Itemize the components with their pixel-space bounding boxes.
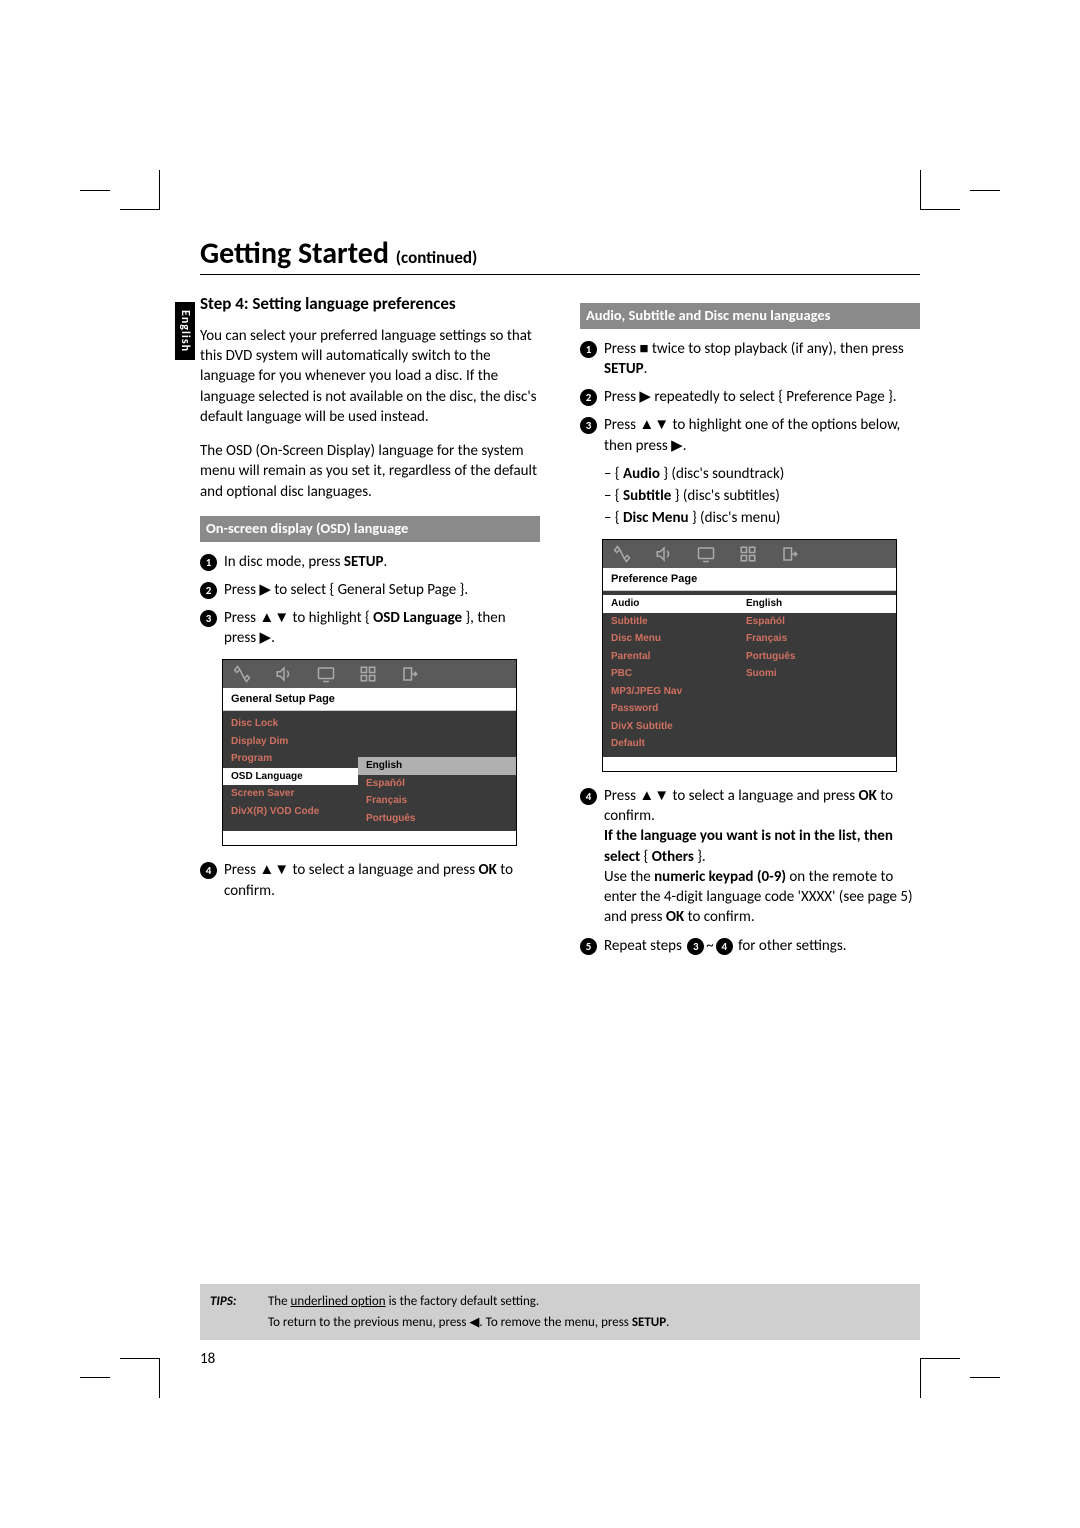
option-item: Espaňól <box>738 613 896 631</box>
updown-arrow-icon: ▲▼ <box>259 861 289 878</box>
osd-step-3: 3 Press ▲▼ to highlight { OSD Language }… <box>200 608 540 649</box>
osd-menu-left: Audio Subtitle Disc Menu Parental PBC MP… <box>603 591 738 757</box>
exit-icon <box>399 665 421 683</box>
speaker-icon <box>273 665 295 683</box>
menu-item: MP3/JPEG Nav <box>603 683 738 701</box>
osd-menu-right: English Espaňól Français Português <box>358 711 516 831</box>
right-arrow-icon: ▶ <box>259 581 271 598</box>
section-osd-language: On-screen display (OSD) language <box>200 516 540 542</box>
option-item: Suomi <box>738 665 896 683</box>
title-continued: (continued) <box>396 247 478 268</box>
menu-item-selected: OSD Language <box>223 768 358 786</box>
option-list: – { Audio } (disc's soundtrack) – { Subt… <box>604 464 920 529</box>
osd-menu-left: Disc Lock Display Dim Program OSD Langua… <box>223 711 358 831</box>
speaker-icon <box>653 545 675 563</box>
osd-icon-bar <box>603 540 896 568</box>
intro-para-1: You can select your preferred language s… <box>200 326 540 427</box>
menu-item: PBC <box>603 665 738 683</box>
right-arrow-icon: ▶ <box>639 388 651 405</box>
step-ref-icon: 4 <box>716 938 733 955</box>
menu-item: Parental <box>603 648 738 666</box>
menu-item: Disc Lock <box>223 715 358 733</box>
step-number-icon: 1 <box>200 554 217 571</box>
step-number-icon: 4 <box>580 788 597 805</box>
tools-icon <box>231 665 253 683</box>
option-selected: English <box>358 757 516 775</box>
option-item: Français <box>738 630 896 648</box>
title-main: Getting Started <box>200 235 389 272</box>
step-number-icon: 4 <box>200 862 217 879</box>
step-number-icon: 1 <box>580 341 597 358</box>
step-number-icon: 3 <box>200 610 217 627</box>
menu-item: Screen Saver <box>223 785 358 803</box>
osd-menu-right: English Espaňól Français Português Suomi <box>738 591 896 757</box>
audio-step-1: 1 Press ■ twice to stop playback (if any… <box>580 339 920 380</box>
right-arrow-icon: ▶ <box>671 437 683 454</box>
step-number-icon: 2 <box>580 389 597 406</box>
osd-step-4: 4 Press ▲▼ to select a language and pres… <box>200 860 540 901</box>
page-number: 18 <box>200 1350 215 1368</box>
option-item: Português <box>358 810 516 828</box>
menu-item-selected: Audio <box>603 595 738 613</box>
tv-icon <box>315 665 337 683</box>
menu-item: DivX Subtitle <box>603 718 738 736</box>
audio-step-2: 2 Press ▶ repeatedly to select { Prefere… <box>580 387 920 407</box>
audio-step-5: 5 Repeat steps 3~4 for other settings. <box>580 936 920 956</box>
left-arrow-icon: ◀ <box>469 1314 479 1329</box>
intro-para-2: The OSD (On-Screen Display) language for… <box>200 441 540 502</box>
page-title: Getting Started (continued) <box>200 235 920 275</box>
option-selected: English <box>738 595 896 613</box>
updown-arrow-icon: ▲▼ <box>639 416 669 433</box>
osd-step-2: 2 Press ▶ to select { General Setup Page… <box>200 580 540 600</box>
osd-page-title: Preference Page <box>603 568 896 592</box>
tips-label: TIPS: <box>210 1292 265 1312</box>
menu-item: Display Dim <box>223 733 358 751</box>
option-item: Espaňól <box>358 775 516 793</box>
menu-item: Password <box>603 700 738 718</box>
menu-item: Subtitle <box>603 613 738 631</box>
osd-page-title: General Setup Page <box>223 688 516 712</box>
page-content: Getting Started (continued) Step 4: Sett… <box>200 235 920 964</box>
osd-screenshot-general: General Setup Page Disc Lock Display Dim… <box>222 659 517 847</box>
right-column: Audio, Subtitle and Disc menu languages … <box>580 293 920 964</box>
tips-box: TIPS: The underlined option is the facto… <box>200 1284 920 1340</box>
menu-item: DivX(R) VOD Code <box>223 803 358 821</box>
section-audio-subtitle: Audio, Subtitle and Disc menu languages <box>580 303 920 329</box>
audio-step-3: 3 Press ▲▼ to highlight one of the optio… <box>580 415 920 456</box>
osd-screenshot-preference: Preference Page Audio Subtitle Disc Menu… <box>602 539 897 772</box>
step-number-icon: 2 <box>200 582 217 599</box>
grid-icon <box>737 545 759 563</box>
grid-icon <box>357 665 379 683</box>
step-number-icon: 5 <box>580 938 597 955</box>
step-number-icon: 3 <box>580 417 597 434</box>
menu-item: Default <box>603 735 738 753</box>
option-item: Português <box>738 648 896 666</box>
step-ref-icon: 3 <box>687 938 704 955</box>
exit-icon <box>779 545 801 563</box>
left-column: Step 4: Setting language preferences You… <box>200 293 540 964</box>
tv-icon <box>695 545 717 563</box>
right-arrow-icon: ▶ <box>260 629 272 646</box>
tools-icon <box>611 545 633 563</box>
menu-item: Program <box>223 750 358 768</box>
osd-icon-bar <box>223 660 516 688</box>
osd-step-1: 1 In disc mode, press SETUP. <box>200 552 540 572</box>
audio-step-4: 4 Press ▲▼ to select a language and pres… <box>580 786 920 928</box>
updown-arrow-icon: ▲▼ <box>259 609 289 626</box>
updown-arrow-icon: ▲▼ <box>639 787 669 804</box>
option-item: Français <box>358 792 516 810</box>
language-tab: English <box>175 302 195 360</box>
step-heading: Step 4: Setting language preferences <box>200 293 540 316</box>
menu-item: Disc Menu <box>603 630 738 648</box>
